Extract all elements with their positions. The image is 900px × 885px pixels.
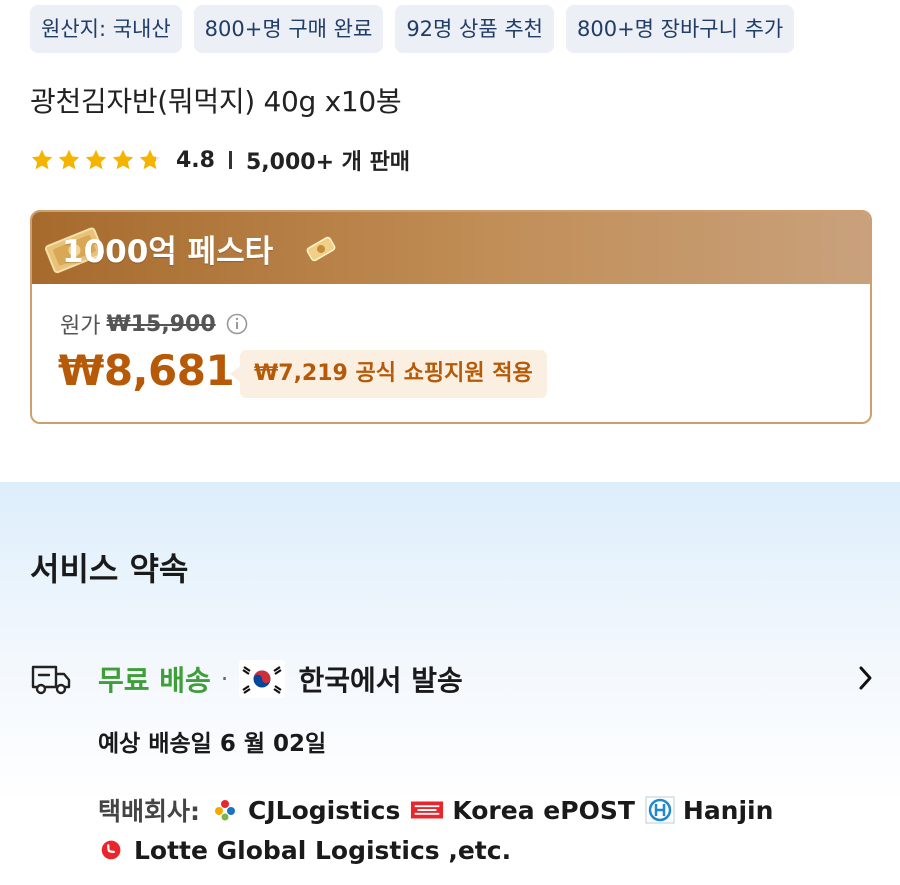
tag-notch <box>230 366 240 382</box>
star-icon <box>112 149 134 170</box>
product-title: 광천김자반(뭐먹지) 40g x10봉 <box>30 85 402 118</box>
divider <box>228 151 232 169</box>
promo-banner: 1000억 페스타 <box>32 212 870 284</box>
estimated-delivery: 예상 배송일 6 월 02일 <box>98 731 327 757</box>
purchase-count-badge: 800+명 구매 완료 <box>193 5 384 53</box>
product-summary: 원산지: 국내산 800+명 구매 완료 92명 상품 추천 800+명 장바구… <box>0 0 900 482</box>
star-rating <box>30 148 162 172</box>
sale-price: ₩8,681 <box>58 346 235 395</box>
korea-flag-icon <box>239 660 286 698</box>
carrier-lotte: Lotte Global Logistics ,etc. <box>134 835 512 865</box>
truck-icon <box>31 665 71 695</box>
coin-icon <box>306 236 336 262</box>
rating-row[interactable]: 4.8 5,000+ 개 판매 <box>30 141 410 179</box>
carrier-cj: CJLogistics <box>248 795 401 825</box>
carrier-row-2: Lotte Global Logistics ,etc. <box>98 832 521 868</box>
star-icon <box>31 149 53 170</box>
service-section: 서비스 약속 무료 배송 · 한국에서 발송 예상 배송일 6 월 02일 택배… <box>0 482 900 885</box>
ships-from-text: 한국에서 발송 <box>298 664 463 697</box>
original-price: ₩15,900 <box>106 311 216 337</box>
sold-count: 5,000+ 개 판매 <box>245 150 411 175</box>
discount-tag: ₩7,219 공식 쇼핑지원 적용 <box>230 350 547 398</box>
free-shipping-label: 무료 배송 <box>98 664 211 697</box>
carrier-korea-post: Korea ePOST <box>452 795 635 825</box>
origin-badge: 원산지: 국내산 <box>30 5 182 53</box>
shipping-row[interactable]: 무료 배송 · 한국에서 발송 <box>30 652 875 706</box>
star-icon <box>58 149 80 170</box>
carrier-label: 택배회사: <box>98 797 200 826</box>
original-price-row: 원가 ₩15,900 <box>60 308 248 340</box>
promo-title: 1000억 페스타 <box>62 234 274 270</box>
cj-logo-icon <box>215 800 235 821</box>
original-price-label: 원가 <box>60 314 101 339</box>
star-icon <box>85 149 107 170</box>
korea-post-logo-icon <box>411 801 444 819</box>
chevron-right-icon[interactable] <box>855 664 875 692</box>
promo-price-card[interactable]: 1000억 페스타 원가 ₩15,900 ₩8,681 ₩7,219 공식 쇼핑… <box>30 210 872 424</box>
carrier-hanjin: Hanjin <box>682 795 774 825</box>
separator-dot: · <box>220 665 229 693</box>
cart-count-badge: 800+명 장바구니 추가 <box>565 5 795 53</box>
service-title: 서비스 약속 <box>30 550 189 588</box>
lotte-logo-icon <box>101 840 121 860</box>
rating-value: 4.8 <box>176 147 215 173</box>
carrier-row: 택배회사: CJLogistics Korea ePOST Hanjin <box>98 792 783 828</box>
discount-text: ₩7,219 공식 쇼핑지원 적용 <box>254 361 533 386</box>
half-star-icon <box>139 149 161 170</box>
hanjin-logo-icon <box>645 796 675 824</box>
recommend-count-badge: 92명 상품 추천 <box>395 5 554 53</box>
badge-row: 원산지: 국내산 800+명 구매 완료 92명 상품 추천 800+명 장바구… <box>30 5 795 53</box>
info-icon[interactable] <box>226 313 248 335</box>
